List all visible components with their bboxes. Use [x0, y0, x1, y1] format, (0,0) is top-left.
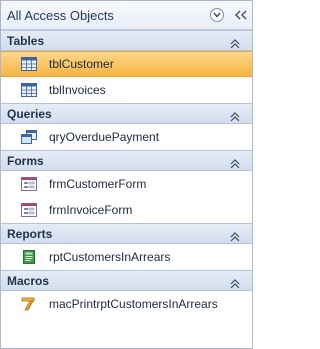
item-label: rptCustomersInArrears: [49, 250, 171, 264]
list-item-frmcustomerform[interactable]: frmCustomerForm: [1, 171, 252, 197]
list-item-macprintrptcustomersinarrears[interactable]: macPrintrptCustomersInArrears: [1, 291, 252, 317]
group-title: Reports: [7, 226, 53, 241]
list-item-frminvoiceform[interactable]: frmInvoiceForm: [1, 197, 252, 223]
form-icon: [21, 203, 37, 217]
item-label: qryOverduePayment: [49, 130, 160, 144]
table-icon: [21, 57, 37, 71]
list-item-qryoverduepayment[interactable]: qryOverduePayment: [1, 124, 252, 150]
group-title: Tables: [7, 33, 45, 48]
macro-icon: [21, 297, 37, 311]
group-header-reports[interactable]: Reports: [1, 223, 252, 244]
double-chevron-up-icon[interactable]: [230, 109, 240, 121]
list-item-tblinvoices[interactable]: tblInvoices: [1, 77, 252, 103]
list-item-rptcustomersinarrears[interactable]: rptCustomersInArrears: [1, 244, 252, 270]
group-header-forms[interactable]: Forms: [1, 150, 252, 171]
form-icon: [21, 177, 37, 191]
group-header-tables[interactable]: Tables: [1, 30, 252, 51]
double-chevron-up-icon[interactable]: [230, 156, 240, 168]
double-chevron-left-icon[interactable]: [234, 7, 248, 23]
navigation-pane-header[interactable]: All Access Objects: [1, 1, 252, 30]
double-chevron-up-icon[interactable]: [230, 276, 240, 288]
item-label: frmInvoiceForm: [49, 203, 133, 217]
group-header-macros[interactable]: Macros: [1, 270, 252, 291]
group-title: Queries: [7, 106, 52, 121]
pane-title: All Access Objects: [7, 7, 114, 23]
double-chevron-up-icon[interactable]: [230, 36, 240, 48]
item-label: tblInvoices: [49, 83, 106, 97]
item-label: macPrintrptCustomersInArrears: [49, 297, 218, 311]
list-item-tblcustomer[interactable]: tblCustomer: [1, 51, 252, 77]
double-chevron-up-icon[interactable]: [230, 229, 240, 241]
chevron-down-circle-icon[interactable]: [210, 8, 224, 22]
navigation-pane: All Access Objects Tables tblCustomer tb…: [0, 0, 253, 349]
report-icon: [21, 250, 37, 264]
table-icon: [21, 83, 37, 97]
group-title: Forms: [7, 153, 44, 168]
query-icon: [21, 130, 37, 144]
group-header-queries[interactable]: Queries: [1, 103, 252, 124]
item-label: frmCustomerForm: [49, 177, 147, 191]
group-title: Macros: [7, 273, 50, 288]
item-label: tblCustomer: [49, 57, 114, 71]
